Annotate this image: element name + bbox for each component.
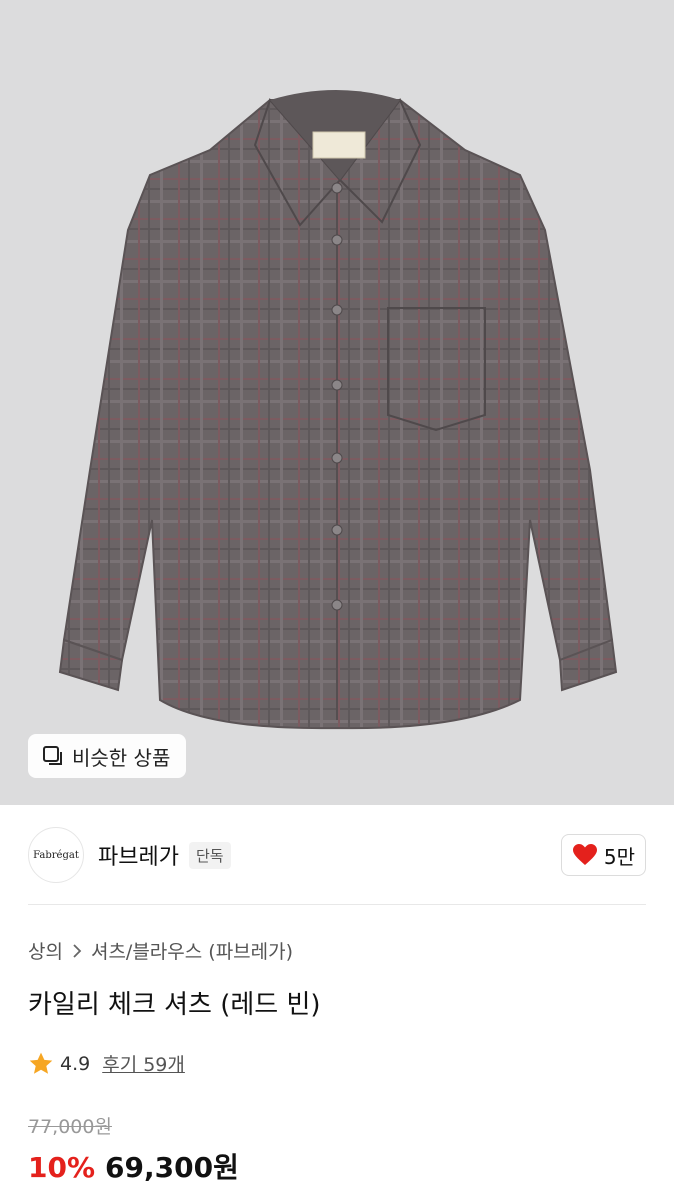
heart-icon: [572, 844, 597, 865]
brand-name[interactable]: 파브레가: [98, 839, 179, 871]
breadcrumb-category[interactable]: 상의: [28, 937, 63, 964]
brand-logo-text: Fabrégat: [33, 849, 79, 861]
review-link[interactable]: 후기 59개: [102, 1050, 185, 1077]
rating-value: 4.9: [60, 1052, 91, 1075]
brand-logo[interactable]: Fabrégat: [28, 827, 84, 883]
shirt-illustration: [58, 90, 618, 730]
exclusive-badge: 단독: [188, 841, 231, 869]
star-icon: [29, 1052, 53, 1074]
sale-price: 69,300원: [105, 1151, 239, 1184]
price-row: 10% 69,300원: [28, 1146, 239, 1186]
like-count: 5만: [603, 844, 635, 869]
similar-items-button[interactable]: 비슷한 상품: [28, 734, 187, 778]
breadcrumb: 상의 셔츠/블라우스 (파브레가): [28, 937, 293, 964]
product-image[interactable]: 비슷한 상품: [0, 0, 674, 805]
discount-rate: 10%: [28, 1151, 96, 1184]
rating-row: 4.9 후기 59개: [28, 1050, 185, 1077]
similar-items-label: 비슷한 상품: [72, 745, 171, 770]
chevron-right-icon: [73, 943, 82, 958]
brand-row: Fabrégat 파브레가 단독 5만: [28, 826, 646, 884]
divider: [28, 904, 646, 905]
breadcrumb-subcategory[interactable]: 셔츠/블라우스 (파브레가): [91, 937, 293, 964]
similar-items-icon: [43, 746, 62, 765]
original-price: 77,000원: [28, 1116, 112, 1138]
product-title: 카일리 체크 셔츠 (레드 빈): [28, 990, 321, 1020]
like-button[interactable]: 5만: [560, 834, 646, 876]
